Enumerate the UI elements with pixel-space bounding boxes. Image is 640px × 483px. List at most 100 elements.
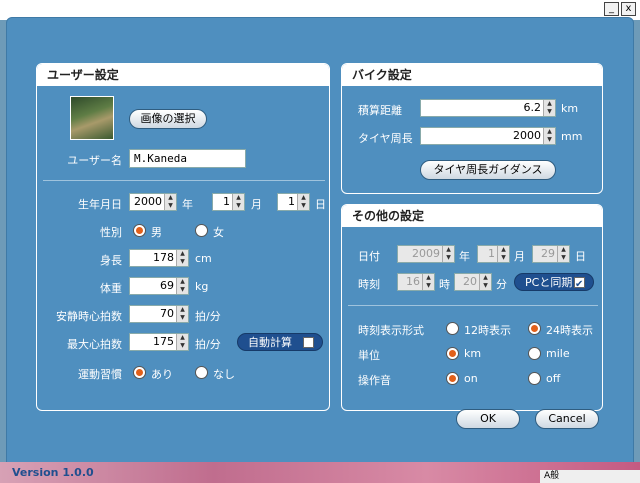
sound-on-radio[interactable] (446, 372, 459, 385)
stepper-arrows-icon[interactable]: ▲ ▼ (176, 250, 188, 266)
stepper-arrows-icon[interactable]: ▲ ▼ (176, 334, 188, 350)
version-label: Version 1.0.0 (12, 466, 94, 479)
other-settings-title: その他の設定 (342, 205, 602, 227)
username-field[interactable]: M.Kaneda (129, 149, 246, 168)
tire-unit: mm (561, 130, 583, 143)
gender-label: 性別 (100, 226, 122, 239)
ime-tray[interactable]: A般 (540, 470, 640, 483)
date-year-unit: 年 (459, 250, 470, 263)
exercise-yes-label: あり (151, 368, 173, 381)
max-hr-unit: 拍/分 (195, 338, 221, 351)
stepper-arrows-icon[interactable]: ▲ ▼ (164, 194, 176, 210)
unit-km-radio[interactable] (446, 347, 459, 360)
odometer-value: 6.2 (523, 101, 542, 114)
birth-day-stepper[interactable]: 1 ▲ ▼ (277, 193, 310, 211)
date-month-unit: 月 (514, 250, 525, 263)
stepper-arrows-icon[interactable]: ▲ ▼ (497, 246, 509, 262)
birthdate-label: 生年月日 (78, 198, 122, 211)
date-day-stepper[interactable]: 29 ▲ ▼ (532, 245, 570, 263)
user-settings-title: ユーザー設定 (37, 64, 329, 86)
exercise-label: 運動習慣 (78, 368, 122, 381)
cancel-button[interactable]: Cancel (535, 409, 599, 429)
exercise-yes-radio[interactable] (133, 366, 146, 379)
birth-month-stepper[interactable]: 1 ▲ ▼ (212, 193, 245, 211)
odometer-stepper[interactable]: 6.2 ▲ ▼ (420, 99, 556, 117)
sound-off-radio[interactable] (528, 372, 541, 385)
username-label: ユーザー名 (67, 154, 122, 167)
time-format-label: 時刻表示形式 (358, 324, 424, 337)
close-button[interactable]: x (621, 2, 636, 16)
select-image-button[interactable]: 画像の選択 (129, 109, 207, 129)
user-settings-panel: ユーザー設定 画像の選択 ユーザー名 M.Kaneda 生年月日 2000 ▲ ▼ … (36, 63, 330, 411)
tire-stepper[interactable]: 2000 ▲ ▼ (420, 127, 556, 145)
weight-unit: kg (195, 280, 209, 293)
auto-calc-toggle[interactable]: 自動計算 (237, 333, 323, 351)
odometer-unit: km (561, 102, 579, 115)
unit-km-label: km (464, 347, 482, 360)
birth-year-stepper[interactable]: 2000 ▲ ▼ (129, 193, 177, 211)
tire-value: 2000 (513, 129, 541, 142)
time-hour-stepper[interactable]: 16 ▲ ▼ (397, 273, 435, 291)
minimize-button[interactable]: _ (604, 2, 619, 16)
date-month-stepper[interactable]: 1 ▲ ▼ (477, 245, 510, 263)
exercise-no-radio[interactable] (195, 366, 208, 379)
gender-female-label: 女 (213, 226, 224, 239)
time-hour-unit: 時 (439, 278, 450, 291)
time-hour-value: 16 (406, 275, 420, 288)
divider (348, 305, 598, 306)
stepper-arrows-icon[interactable]: ▲ ▼ (543, 128, 555, 144)
stepper-arrows-icon[interactable]: ▲ ▼ (422, 274, 434, 290)
ok-button[interactable]: OK (456, 409, 520, 429)
stepper-arrows-icon[interactable]: ▲ ▼ (479, 274, 491, 290)
date-year-value: 2009 (412, 247, 440, 260)
birth-year-value: 2000 (134, 195, 162, 208)
unit-mile-radio[interactable] (528, 347, 541, 360)
format-24-radio[interactable] (528, 322, 541, 335)
time-min-value: 20 (463, 275, 477, 288)
resting-hr-stepper[interactable]: 70 ▲ ▼ (129, 305, 189, 323)
format-12-radio[interactable] (446, 322, 459, 335)
weight-value: 69 (160, 279, 174, 292)
sound-label: 操作音 (358, 374, 391, 387)
user-photo (70, 96, 114, 140)
other-settings-panel: その他の設定 日付 2009 ▲ ▼ 年 1 ▲ ▼ 月 29 ▲ ▼ 日 時刻 16 ▲ ▼ … (341, 204, 603, 411)
height-stepper[interactable]: 178 ▲ ▼ (129, 249, 189, 267)
time-label: 時刻 (358, 278, 380, 291)
date-label: 日付 (358, 250, 380, 263)
stepper-arrows-icon[interactable]: ▲ ▼ (176, 306, 188, 322)
max-hr-label: 最大心拍数 (67, 338, 122, 351)
stepper-arrows-icon[interactable]: ▲ ▼ (557, 246, 569, 262)
stepper-arrows-icon[interactable]: ▲ ▼ (297, 194, 309, 210)
tire-label: タイヤ周長 (358, 132, 413, 145)
unit-label: 単位 (358, 349, 380, 362)
birth-year-unit: 年 (182, 198, 193, 211)
auto-calc-checkbox[interactable] (303, 337, 314, 348)
unit-mile-label: mile (546, 347, 570, 360)
weight-stepper[interactable]: 69 ▲ ▼ (129, 277, 189, 295)
date-day-value: 29 (541, 247, 555, 260)
date-month-value: 1 (488, 247, 495, 260)
gender-male-radio[interactable] (133, 224, 146, 237)
gender-female-radio[interactable] (195, 224, 208, 237)
tire-guide-button[interactable]: タイヤ周長ガイダンス (420, 160, 556, 180)
date-year-stepper[interactable]: 2009 ▲ ▼ (397, 245, 455, 263)
pc-sync-checkbox[interactable] (574, 276, 585, 294)
birth-month-value: 1 (223, 195, 230, 208)
stepper-arrows-icon[interactable]: ▲ ▼ (176, 278, 188, 294)
resting-hr-value: 70 (160, 307, 174, 320)
stepper-arrows-icon[interactable]: ▲ ▼ (442, 246, 454, 262)
pc-sync-toggle[interactable]: PCと同期 (514, 273, 594, 294)
settings-window: ユーザー設定 画像の選択 ユーザー名 M.Kaneda 生年月日 2000 ▲ ▼ … (6, 17, 634, 477)
birth-day-value: 1 (288, 195, 295, 208)
time-min-stepper[interactable]: 20 ▲ ▼ (454, 273, 492, 291)
max-hr-stepper[interactable]: 175 ▲ ▼ (129, 333, 189, 351)
max-hr-value: 175 (153, 335, 174, 348)
auto-calc-label: 自動計算 (248, 336, 292, 349)
birth-month-unit: 月 (251, 198, 262, 211)
stepper-arrows-icon[interactable]: ▲ ▼ (543, 100, 555, 116)
stepper-arrows-icon[interactable]: ▲ ▼ (232, 194, 244, 210)
bike-settings-title: バイク設定 (342, 64, 602, 86)
resting-hr-unit: 拍/分 (195, 310, 221, 323)
height-value: 178 (153, 251, 174, 264)
pc-sync-label: PCと同期 (525, 276, 573, 289)
